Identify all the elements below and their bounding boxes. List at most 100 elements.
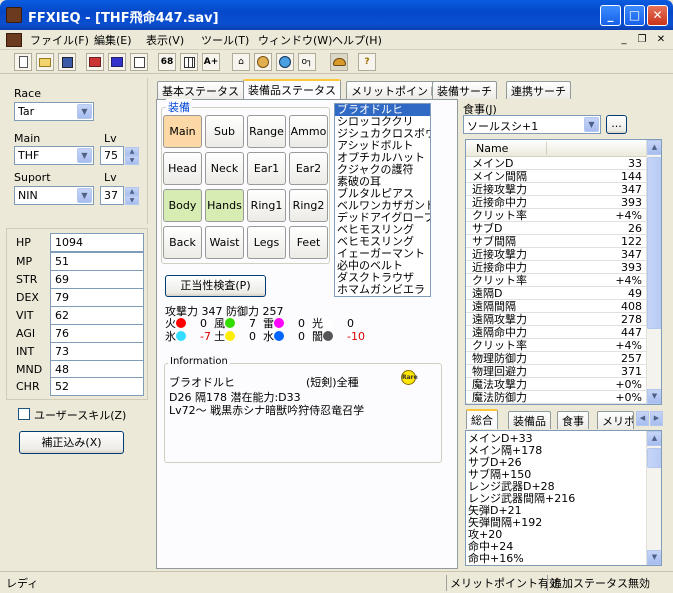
table-row[interactable]: クリット率 +4% bbox=[466, 339, 648, 352]
stat-table[interactable]: Name メインD 33 メイン間隔 144 近接攻撃力 347 近接命中力 393 クリット率… bbox=[465, 139, 662, 405]
menu-view[interactable]: 表示(V) bbox=[142, 32, 188, 48]
tab-skillchain-search[interactable]: 連携サーチ bbox=[506, 81, 571, 99]
table-row[interactable]: 遠隔間隔 408 bbox=[466, 300, 648, 313]
scroll-up-icon[interactable]: ▲ bbox=[647, 431, 661, 446]
equip-slot-hands[interactable]: Hands bbox=[205, 189, 244, 222]
table-row[interactable]: メインD 33 bbox=[466, 157, 648, 170]
equip-slot-legs[interactable]: Legs bbox=[247, 226, 286, 259]
table-row[interactable]: 近接命中力 393 bbox=[466, 261, 648, 274]
table-row[interactable]: 近接命中力 393 bbox=[466, 196, 648, 209]
mdi-minimize-icon[interactable]: _ bbox=[617, 33, 631, 46]
book-red-icon[interactable] bbox=[86, 53, 104, 71]
equip-slot-ear2[interactable]: Ear2 bbox=[289, 152, 328, 185]
equip-slot-ring1[interactable]: Ring1 bbox=[247, 189, 286, 222]
app-icon[interactable] bbox=[6, 7, 22, 23]
tab-scroll-right-icon[interactable]: ▶ bbox=[650, 411, 663, 426]
document-icon[interactable] bbox=[6, 33, 22, 47]
68-icon[interactable]: 68 bbox=[158, 53, 176, 71]
tab-basic-status[interactable]: 基本ステータス bbox=[157, 81, 244, 99]
equip-slot-neck[interactable]: Neck bbox=[205, 152, 244, 185]
mdi-restore-icon[interactable]: ❐ bbox=[635, 33, 649, 46]
grid-icon[interactable] bbox=[180, 53, 198, 71]
menu-tools[interactable]: ツール(T) bbox=[197, 32, 253, 48]
table-row[interactable]: 魔法攻撃力 +0% bbox=[466, 378, 648, 391]
equip-slot-main[interactable]: Main bbox=[163, 115, 202, 148]
tab-merit[interactable]: メリポ bbox=[597, 411, 634, 429]
book-blue-icon[interactable] bbox=[108, 53, 126, 71]
table-row[interactable]: 遠隔攻撃力 278 bbox=[466, 313, 648, 326]
equip-slot-sub[interactable]: Sub bbox=[205, 115, 244, 148]
tab-equipment-search[interactable]: 装備サーチ bbox=[432, 81, 497, 99]
table-row[interactable]: 魔法防御力 +0% bbox=[466, 391, 648, 404]
table-row[interactable]: 遠隔D 49 bbox=[466, 287, 648, 300]
tab-summary[interactable]: 総合 bbox=[466, 409, 498, 429]
race-select[interactable]: Tar ▼ bbox=[14, 102, 94, 121]
scroll-down-icon[interactable]: ▼ bbox=[647, 550, 661, 565]
chevron-down-icon[interactable]: ▼ bbox=[77, 148, 92, 163]
table-row[interactable]: 近接攻撃力 347 bbox=[466, 183, 648, 196]
tab-equipment-status[interactable]: 装備品ステータス bbox=[243, 79, 341, 100]
house-icon[interactable]: ⌂ bbox=[232, 53, 250, 71]
edit-icon[interactable] bbox=[130, 53, 148, 71]
equip-slot-feet[interactable]: Feet bbox=[289, 226, 328, 259]
chevron-down-icon[interactable]: ▼ bbox=[77, 104, 92, 119]
tab-equipment[interactable]: 装備品 bbox=[508, 411, 551, 429]
table-row[interactable]: クリット率 +4% bbox=[466, 209, 648, 222]
menu-window[interactable]: ウィンドウ(W) bbox=[254, 32, 336, 48]
maximize-icon[interactable]: □ bbox=[624, 5, 645, 26]
tab-food[interactable]: 食事 bbox=[557, 411, 589, 429]
scroll-thumb[interactable] bbox=[647, 157, 661, 329]
key-icon[interactable]: o┐ bbox=[298, 53, 316, 71]
menu-help[interactable]: ヘルプ(H) bbox=[328, 32, 386, 48]
table-row[interactable]: サブ間隔 122 bbox=[466, 235, 648, 248]
support-job-select[interactable]: NIN ▼ bbox=[14, 186, 94, 205]
help-icon[interactable]: ? bbox=[358, 53, 376, 71]
table-row[interactable]: メイン間隔 144 bbox=[466, 170, 648, 183]
minimize-icon[interactable]: _ bbox=[600, 5, 621, 26]
equipped-item-list[interactable]: ブラオドルヒ シロッコククリ ジシュカクロスボウ アシッドボルト オプチカルハット クジャ… bbox=[334, 103, 431, 297]
food-browse-button[interactable]: ... bbox=[606, 115, 627, 134]
correction-button[interactable]: 補正込み(X) bbox=[19, 431, 124, 454]
spin-up-icon[interactable]: ▲ bbox=[125, 187, 139, 196]
a-plus-icon[interactable]: A+ bbox=[202, 53, 220, 71]
table-row[interactable]: 遠隔命中力 447 bbox=[466, 326, 648, 339]
table-row[interactable]: 近接攻撃力 347 bbox=[466, 248, 648, 261]
menu-file[interactable]: ファイル(F) bbox=[26, 32, 93, 48]
support-lv-stepper[interactable]: 37 ▲ ▼ bbox=[100, 186, 139, 205]
scroll-up-icon[interactable]: ▲ bbox=[647, 140, 661, 155]
chevron-down-icon[interactable]: ▼ bbox=[584, 117, 599, 132]
equip-slot-waist[interactable]: Waist bbox=[205, 226, 244, 259]
equip-slot-ammo[interactable]: Ammo bbox=[289, 115, 328, 148]
column-header-name[interactable]: Name bbox=[476, 142, 508, 155]
scroll-down-icon[interactable]: ▼ bbox=[647, 389, 661, 404]
food-icon[interactable] bbox=[330, 53, 348, 71]
scroll-thumb[interactable] bbox=[647, 448, 661, 468]
spin-down-icon[interactable]: ▼ bbox=[125, 196, 139, 205]
equip-slot-ring2[interactable]: Ring2 bbox=[289, 189, 328, 222]
table-row[interactable]: 物理防御力 257 bbox=[466, 352, 648, 365]
close-icon[interactable]: ✕ bbox=[647, 5, 668, 26]
orb-icon[interactable] bbox=[276, 53, 294, 71]
spin-up-icon[interactable]: ▲ bbox=[125, 147, 139, 156]
equip-slot-range[interactable]: Range bbox=[247, 115, 286, 148]
user-skill-checkbox[interactable] bbox=[18, 408, 30, 420]
table-row[interactable]: 物理回避力 371 bbox=[466, 365, 648, 378]
table-row[interactable]: サブD 26 bbox=[466, 222, 648, 235]
spin-down-icon[interactable]: ▼ bbox=[125, 156, 139, 165]
open-folder-icon[interactable] bbox=[36, 53, 54, 71]
main-lv-stepper[interactable]: 75 ▲ ▼ bbox=[100, 146, 139, 165]
equip-slot-head[interactable]: Head bbox=[163, 152, 202, 185]
save-icon[interactable] bbox=[58, 53, 76, 71]
item-list-entry[interactable]: ホマムガンビエラ bbox=[335, 284, 430, 296]
tab-merit-points[interactable]: メリットポイント bbox=[346, 81, 444, 99]
equip-slot-body[interactable]: Body bbox=[163, 189, 202, 222]
tab-scroll-left-icon[interactable]: ◀ bbox=[636, 411, 649, 426]
menu-edit[interactable]: 編集(E) bbox=[90, 32, 136, 48]
equip-slot-back[interactable]: Back bbox=[163, 226, 202, 259]
bonus-list[interactable]: メインD+33 メイン隔+178 サブD+26 サブ隔+150 レンジ武器D+28 レンジ… bbox=[465, 430, 662, 566]
stat-table-scrollbar[interactable]: ▲ ▼ bbox=[646, 140, 661, 404]
table-row[interactable]: クリット率 +4% bbox=[466, 274, 648, 287]
main-job-select[interactable]: THF ▼ bbox=[14, 146, 94, 165]
equip-slot-ear1[interactable]: Ear1 bbox=[247, 152, 286, 185]
chevron-down-icon[interactable]: ▼ bbox=[77, 188, 92, 203]
